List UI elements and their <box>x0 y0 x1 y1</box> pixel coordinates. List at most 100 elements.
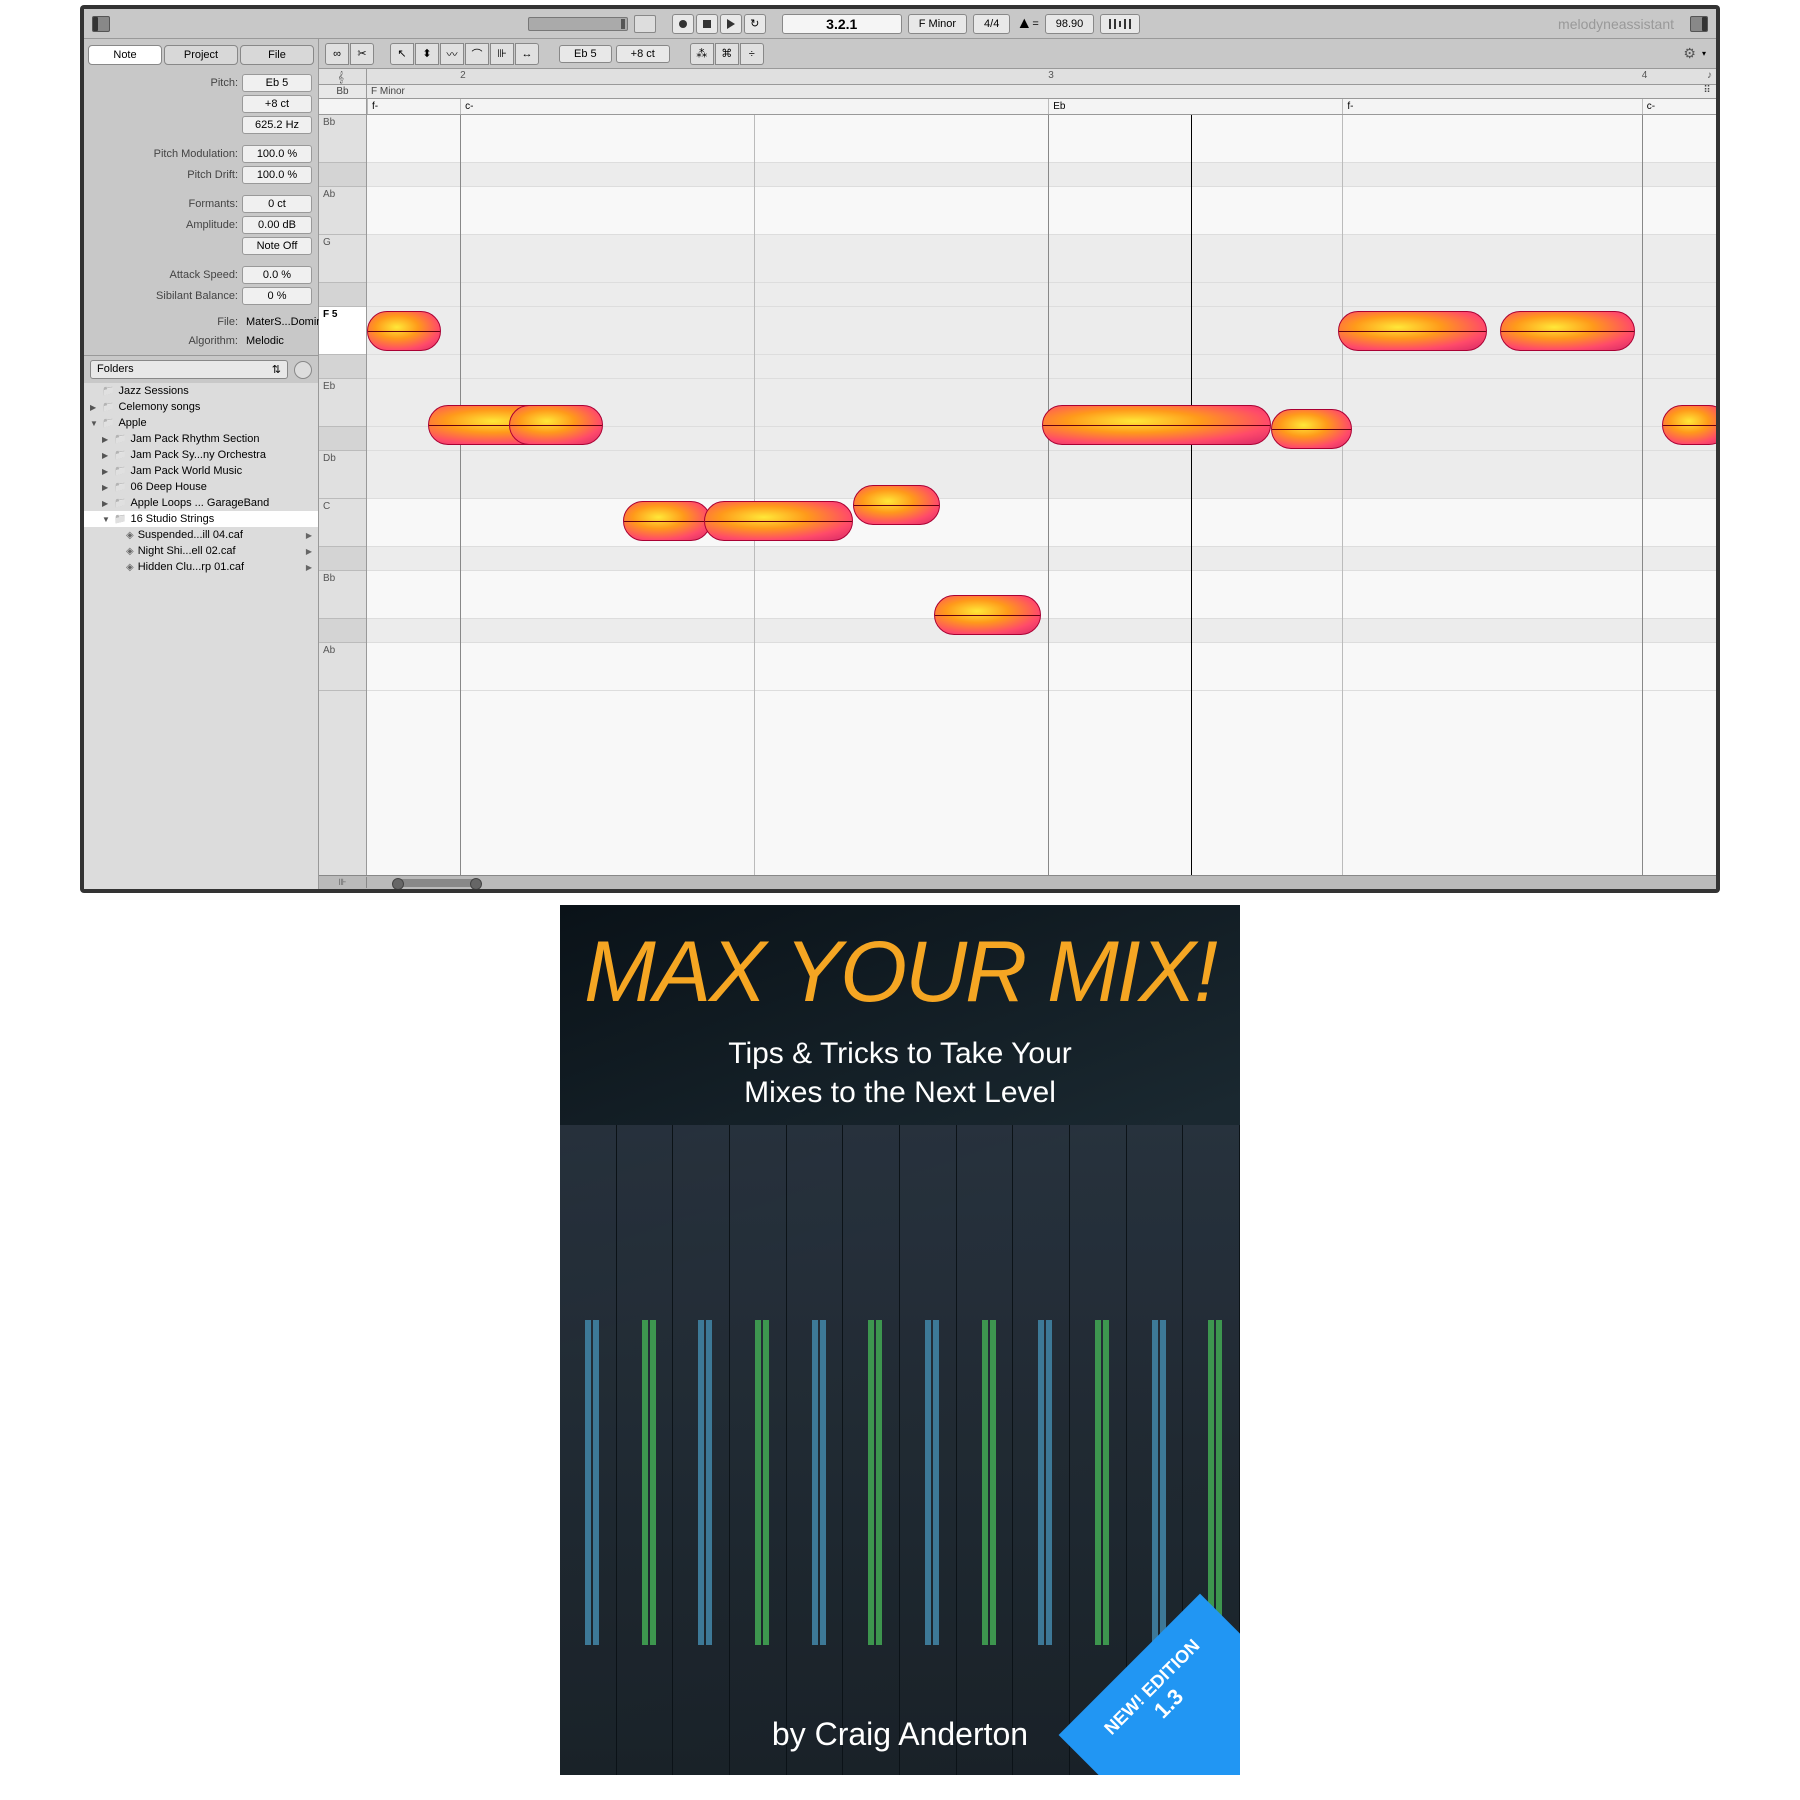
piano-key[interactable] <box>319 163 366 187</box>
file-item[interactable]: Hidden Clu...rp 01.caf▶ <box>84 559 318 575</box>
expand-arrow-icon[interactable]: ▶ <box>102 483 110 492</box>
playhead[interactable] <box>1191 115 1192 875</box>
preview-play-icon[interactable]: ▶ <box>306 563 312 572</box>
tempo-display[interactable]: 98.90 <box>1045 14 1095 34</box>
gear-icon[interactable]: ⚙ <box>1683 45 1696 62</box>
formant-tool[interactable]: ⌒ <box>465 43 489 65</box>
file-browser[interactable]: Jazz Sessions▶Celemony songs▼Apple▶Jam P… <box>84 383 318 889</box>
expand-arrow-icon[interactable]: ▶ <box>102 499 110 508</box>
folder-item[interactable]: ▼Apple <box>84 415 318 431</box>
param-value[interactable]: 0.00 dB <box>242 216 312 234</box>
position-display[interactable]: 3.2.1 <box>782 14 902 34</box>
expand-arrow-icon[interactable]: ▶ <box>102 435 110 444</box>
algorithm-icons[interactable] <box>1100 14 1140 34</box>
note-sep-tool-2[interactable]: ⌘ <box>715 43 739 65</box>
tab-file[interactable]: File <box>240 45 314 65</box>
scissors-tool[interactable]: ✂ <box>350 43 374 65</box>
play-button[interactable] <box>720 14 742 34</box>
param-value[interactable]: 625.2 Hz <box>242 116 312 134</box>
note-blob[interactable] <box>1662 405 1716 445</box>
gear-menu-arrow[interactable]: ▾ <box>1702 49 1706 58</box>
piano-key[interactable]: C <box>319 499 366 547</box>
param-value[interactable]: Note Off <box>242 237 312 255</box>
folder-item[interactable]: ▶Jam Pack World Music <box>84 463 318 479</box>
pitch-readout[interactable]: Eb 5 <box>559 45 612 63</box>
note-blob[interactable] <box>367 311 441 351</box>
param-value[interactable]: +8 ct <box>242 95 312 113</box>
param-value[interactable]: 0.0 % <box>242 266 312 284</box>
notes-area[interactable] <box>367 115 1716 875</box>
cents-readout[interactable]: +8 ct <box>616 45 670 63</box>
preview-volume-knob[interactable] <box>294 361 312 379</box>
timeline-ruler[interactable]: ♪ 234 <box>367 69 1716 84</box>
piano-key[interactable] <box>319 355 366 379</box>
timing-tool[interactable]: ↔ <box>515 43 539 65</box>
piano-keys[interactable]: BbAbGF 5EbDbCBbAb <box>319 115 367 875</box>
vibrato-tool[interactable]: 〰 <box>440 43 464 65</box>
folder-item[interactable]: ▶Celemony songs <box>84 399 318 415</box>
folder-item[interactable]: ▶Apple Loops ... GarageBand <box>84 495 318 511</box>
browser-mode-select[interactable]: Folders⇅ <box>90 360 288 379</box>
piano-key[interactable]: Ab <box>319 643 366 691</box>
preview-play-icon[interactable]: ▶ <box>306 531 312 540</box>
chord-track[interactable]: f-c-Ebf-c- <box>367 99 1716 114</box>
link-tool[interactable]: ∞ <box>325 43 349 65</box>
piano-key[interactable]: Db <box>319 451 366 499</box>
chord-segment[interactable]: f- <box>367 99 378 114</box>
volume-slider[interactable] <box>528 17 628 31</box>
param-value[interactable]: 0 ct <box>242 195 312 213</box>
expand-arrow-icon[interactable]: ▼ <box>90 419 98 428</box>
key-display[interactable]: F Minor <box>908 14 967 34</box>
tab-project[interactable]: Project <box>164 45 238 65</box>
piano-key[interactable]: F 5 <box>319 307 366 355</box>
note-sep-tool-3[interactable]: ÷ <box>740 43 764 65</box>
note-blob[interactable] <box>934 595 1042 635</box>
piano-key[interactable]: Bb <box>319 571 366 619</box>
note-blob[interactable] <box>853 485 941 525</box>
param-value[interactable]: Eb 5 <box>242 74 312 92</box>
scale-key-left[interactable]: Bb <box>319 85 367 98</box>
piano-key[interactable] <box>319 283 366 307</box>
piano-key[interactable] <box>319 427 366 451</box>
note-blob[interactable] <box>704 501 852 541</box>
scale-settings-icon[interactable]: ⠿ <box>1698 85 1716 98</box>
param-value[interactable]: 100.0 % <box>242 145 312 163</box>
piano-key[interactable]: Bb <box>319 115 366 163</box>
folder-item[interactable]: ▼16 Studio Strings <box>84 511 318 527</box>
note-blob[interactable] <box>509 405 603 445</box>
stop-button[interactable] <box>696 14 718 34</box>
piano-key[interactable]: G <box>319 235 366 283</box>
chord-segment[interactable]: f- <box>1342 99 1353 114</box>
amplitude-tool[interactable]: ⊪ <box>490 43 514 65</box>
preview-play-icon[interactable]: ▶ <box>306 547 312 556</box>
tab-note[interactable]: Note <box>88 45 162 65</box>
piano-key[interactable] <box>319 547 366 571</box>
folder-item[interactable]: Jazz Sessions <box>84 383 318 399</box>
expand-arrow-icon[interactable]: ▶ <box>90 403 98 412</box>
note-blob[interactable] <box>1338 311 1486 351</box>
folder-item[interactable]: ▶Jam Pack Sy...ny Orchestra <box>84 447 318 463</box>
piano-key[interactable]: Ab <box>319 187 366 235</box>
arrow-tool[interactable]: ↖ <box>390 43 414 65</box>
right-panel-toggle[interactable] <box>1690 16 1708 32</box>
note-blob[interactable] <box>623 501 711 541</box>
param-value[interactable]: 0 % <box>242 287 312 305</box>
record-button[interactable] <box>672 14 694 34</box>
scale-display[interactable]: F Minor <box>367 85 1698 98</box>
note-blob[interactable] <box>1271 409 1352 449</box>
horizontal-scrollbar[interactable] <box>397 879 477 887</box>
expand-arrow-icon[interactable]: ▼ <box>102 515 110 524</box>
expand-arrow-icon[interactable]: ▶ <box>102 451 110 460</box>
pitch-tool[interactable]: ⬍ <box>415 43 439 65</box>
file-item[interactable]: Night Shi...ell 02.caf▶ <box>84 543 318 559</box>
piano-key[interactable] <box>319 619 366 643</box>
expand-arrow-icon[interactable]: ▶ <box>102 467 110 476</box>
file-item[interactable]: Suspended...ill 04.caf▶ <box>84 527 318 543</box>
folder-item[interactable]: ▶Jam Pack Rhythm Section <box>84 431 318 447</box>
note-blob[interactable] <box>1500 311 1635 351</box>
zoom-box[interactable] <box>634 15 656 33</box>
time-signature[interactable]: 4/4 <box>973 14 1010 34</box>
piano-key[interactable]: Eb <box>319 379 366 427</box>
note-sep-tool-1[interactable]: ⁂ <box>690 43 714 65</box>
loop-button[interactable] <box>744 14 766 34</box>
